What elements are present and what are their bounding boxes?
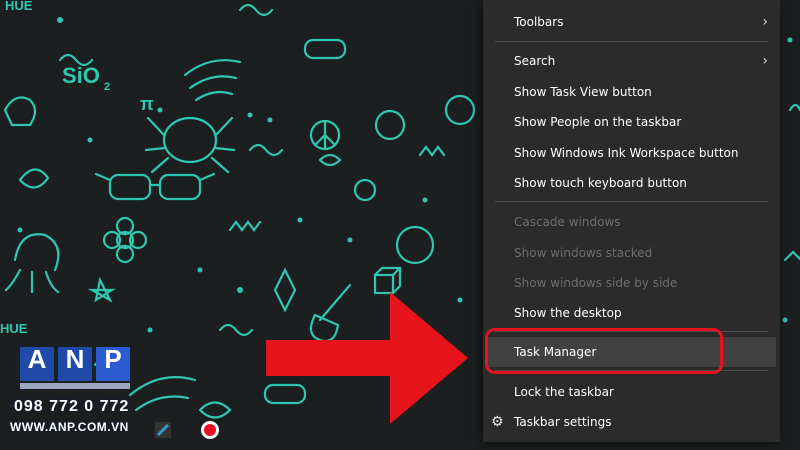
menu-item-label: Search [514, 54, 556, 68]
menu-item-label: Taskbar settings [514, 415, 612, 429]
red-arrow-annotation [266, 292, 468, 424]
menu-item-label: Show Windows Ink Workspace button [514, 146, 739, 160]
svg-text:π: π [140, 94, 154, 114]
watermark-phone: 098 772 0 772 [14, 398, 130, 415]
menu-item-label: Show windows stacked [514, 246, 653, 260]
menu-item-label: Show the desktop [514, 306, 622, 320]
svg-text:SiO: SiO [62, 63, 100, 88]
menu-item-label: Show windows side by side [514, 276, 678, 290]
menu-item-taskbar-settings[interactable]: ⚙ Taskbar settings [483, 407, 780, 437]
svg-text:2: 2 [104, 81, 110, 93]
menu-item-search[interactable]: Search › [483, 46, 780, 76]
menu-item-label: Show People on the taskbar [514, 115, 682, 129]
menu-item-show-the-desktop[interactable]: Show the desktop [483, 298, 780, 328]
menu-item-label: Cascade windows [514, 215, 621, 229]
chevron-right-icon: › [762, 53, 768, 69]
menu-item-show-touch-keyboard[interactable]: Show touch keyboard button [483, 168, 780, 198]
menu-item-cascade-windows: Cascade windows [483, 207, 780, 237]
menu-separator [495, 41, 768, 42]
logo-letter-p: P [104, 344, 122, 374]
chevron-right-icon: › [762, 14, 768, 30]
menu-item-show-windows-side-by-side: Show windows side by side [483, 268, 780, 298]
menu-item-show-task-view[interactable]: Show Task View button [483, 77, 780, 107]
menu-item-show-people[interactable]: Show People on the taskbar [483, 107, 780, 137]
logo-letter-n: N [65, 344, 85, 374]
taskbar-context-menu: Toolbars › Search › Show Task View butto… [483, 0, 780, 442]
taskbar-app-icon[interactable] [153, 420, 173, 440]
svg-text:HUE: HUE [5, 0, 33, 13]
record-icon[interactable] [200, 420, 220, 440]
menu-separator [495, 201, 768, 202]
logo-letter-a: A [27, 344, 47, 374]
anp-logo: A N P [16, 343, 136, 391]
menu-item-label: Show Task View button [514, 85, 652, 99]
menu-item-show-ink-workspace[interactable]: Show Windows Ink Workspace button [483, 138, 780, 168]
menu-item-label: Show touch keyboard button [514, 176, 687, 190]
menu-item-label: Toolbars [514, 15, 564, 29]
svg-text:HUE: HUE [0, 321, 28, 336]
menu-item-show-windows-stacked: Show windows stacked [483, 238, 780, 268]
task-manager-highlight-box [485, 328, 723, 374]
gear-icon: ⚙ [491, 414, 504, 430]
menu-item-toolbars[interactable]: Toolbars › [483, 7, 780, 37]
menu-item-lock-taskbar[interactable]: Lock the taskbar [483, 377, 780, 407]
menu-item-label: Lock the taskbar [514, 385, 614, 399]
watermark-website: WWW.ANP.COM.VN [10, 420, 129, 434]
